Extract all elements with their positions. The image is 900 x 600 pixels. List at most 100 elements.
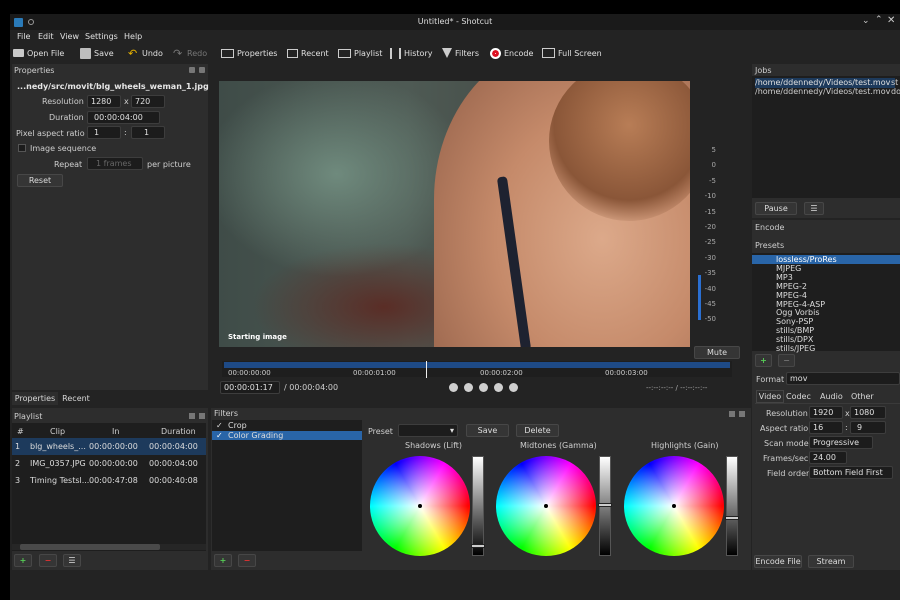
slider-handle[interactable] (598, 503, 612, 507)
shadows-color-wheel[interactable] (370, 456, 470, 556)
preset-item[interactable]: MJPEG (752, 264, 900, 273)
repeat-field[interactable]: 1 frames (87, 157, 143, 170)
pause-button[interactable]: Pause (755, 202, 797, 215)
skip-forward-icon[interactable] (509, 383, 518, 392)
close-icon[interactable]: ✕ (887, 15, 895, 26)
preset-item[interactable]: MPEG-4-ASP (752, 300, 900, 309)
undo-button[interactable]: ↶ Undo (128, 46, 163, 60)
maximize-icon[interactable]: ⌃ (875, 15, 883, 25)
encode-tab-audio[interactable]: Audio (820, 391, 843, 402)
filter-save-button[interactable]: Save (466, 424, 509, 437)
menu-view[interactable]: View (60, 32, 79, 41)
filter-add-button[interactable]: + (214, 554, 232, 567)
preset-item[interactable]: Ogg Vorbis (752, 308, 900, 317)
preset-add-button[interactable]: + (755, 354, 772, 367)
highlights-level-slider[interactable] (725, 456, 739, 556)
jobs-menu-button[interactable]: ☰ (804, 202, 824, 215)
preset-item[interactable]: lossless/ProRes (752, 255, 900, 264)
scrollbar-thumb[interactable] (20, 544, 160, 550)
recent-button[interactable]: Recent (287, 46, 329, 60)
pixel-aspect-height[interactable]: 1 (131, 126, 165, 139)
filter-item-color-grading[interactable]: ✓ Color Grading (212, 431, 362, 440)
aspect-ratio-width[interactable]: 16 (809, 421, 843, 434)
skip-back-icon[interactable] (449, 383, 458, 392)
save-button[interactable]: Save (80, 46, 114, 60)
filters-float-icon[interactable] (729, 411, 735, 417)
encode-button[interactable]: Encode (490, 46, 533, 60)
history-button[interactable]: History (390, 46, 432, 60)
timecode-field[interactable]: 00:00:01:17 (220, 381, 280, 394)
preset-remove-button[interactable]: − (778, 354, 795, 367)
resolution-height[interactable]: 720 (131, 95, 165, 108)
highlights-color-wheel[interactable] (624, 456, 724, 556)
filter-delete-button[interactable]: Delete (516, 424, 559, 437)
video-frame[interactable]: Starting image (219, 81, 690, 347)
preset-select[interactable]: ▾ (398, 424, 458, 437)
playlist-scrollbar[interactable] (12, 544, 206, 550)
encode-resolution-width[interactable]: 1920 (809, 406, 843, 419)
preset-item[interactable]: stills/BMP (752, 326, 900, 335)
menu-help[interactable]: Help (124, 32, 142, 41)
preset-item[interactable]: MPEG-2 (752, 282, 900, 291)
tab-properties[interactable]: Properties (12, 392, 58, 405)
menu-settings[interactable]: Settings (85, 32, 118, 41)
menu-file[interactable]: File (17, 32, 30, 41)
aspect-ratio-height[interactable]: 9 (850, 421, 886, 434)
filter-remove-button[interactable]: − (238, 554, 256, 567)
highlights-wheel-marker[interactable] (672, 504, 676, 508)
rewind-icon[interactable] (464, 383, 473, 392)
frames-per-sec-field[interactable]: 24.00 (809, 451, 847, 464)
play-icon[interactable] (479, 383, 488, 392)
table-row[interactable]: 3 Timing Testsl... 00:00:47:08 00:00:40:08 (12, 472, 206, 489)
slider-handle[interactable] (725, 516, 739, 521)
shadows-wheel-marker[interactable] (418, 504, 422, 508)
encode-tab-other[interactable]: Other (851, 391, 874, 402)
float-icon[interactable] (189, 67, 195, 73)
crop-checkbox[interactable]: ✓ (216, 421, 223, 430)
preset-item[interactable]: stills/JPEG (752, 344, 900, 353)
encode-tab-video[interactable]: Video (756, 390, 784, 403)
playlist-remove-button[interactable]: − (39, 554, 57, 567)
pixel-aspect-width[interactable]: 1 (87, 126, 121, 139)
stream-button[interactable]: Stream (808, 555, 854, 568)
scan-mode-select[interactable]: Progressive (809, 436, 873, 449)
preset-item[interactable]: stills/DPX (752, 335, 900, 344)
color-grading-checkbox[interactable]: ✓ (216, 431, 223, 440)
midtones-level-slider[interactable] (598, 456, 612, 556)
playlist-add-button[interactable]: + (14, 554, 32, 567)
menu-edit[interactable]: Edit (38, 32, 54, 41)
tab-recent[interactable]: Recent (60, 392, 92, 405)
filters-button[interactable]: Filters (442, 46, 479, 60)
field-order-select[interactable]: Bottom Field First (809, 466, 893, 479)
playlist-close-icon[interactable] (199, 413, 205, 419)
filter-item-crop[interactable]: ✓ Crop (212, 421, 362, 430)
preset-item[interactable]: MP3 (752, 273, 900, 282)
encode-file-button[interactable]: Encode File (754, 555, 802, 568)
preset-item[interactable]: Sony-PSP (752, 317, 900, 326)
table-row[interactable]: 2 IMG_0357.JPG 00:00:00:00 00:00:04:00 (12, 455, 206, 472)
image-sequence-checkbox[interactable] (18, 144, 26, 152)
encode-resolution-height[interactable]: 1080 (850, 406, 886, 419)
preset-item[interactable]: MPEG-4 (752, 291, 900, 300)
encode-tab-codec[interactable]: Codec (786, 391, 811, 402)
duration-field[interactable]: 00:00:04:00 (87, 111, 160, 124)
redo-button[interactable]: ↷ Redo (173, 46, 207, 60)
panel-close-icon[interactable] (199, 67, 205, 73)
playlist-button[interactable]: Playlist (338, 46, 382, 60)
job-item[interactable]: /home/ddennedy/Videos/test.mov (755, 87, 890, 97)
table-row[interactable]: 1 blg_wheels_... 00:00:00:00 00:00:04:00 (12, 438, 206, 455)
midtones-color-wheel[interactable] (496, 456, 596, 556)
playhead[interactable] (426, 361, 428, 378)
playlist-menu-button[interactable]: ☰ (63, 554, 81, 567)
mute-button[interactable]: Mute (694, 346, 740, 359)
filters-close-icon[interactable] (739, 411, 745, 417)
reset-button[interactable]: Reset (17, 174, 63, 187)
full-screen-button[interactable]: Full Screen (542, 46, 602, 60)
properties-button[interactable]: Properties (221, 46, 277, 60)
slider-handle[interactable] (471, 544, 485, 549)
shadows-level-slider[interactable] (471, 456, 485, 556)
resolution-width[interactable]: 1280 (87, 95, 121, 108)
minimize-icon[interactable]: ⌄ (862, 16, 870, 26)
midtones-wheel-marker[interactable] (544, 504, 548, 508)
open-file-button[interactable]: Open File (13, 46, 64, 60)
